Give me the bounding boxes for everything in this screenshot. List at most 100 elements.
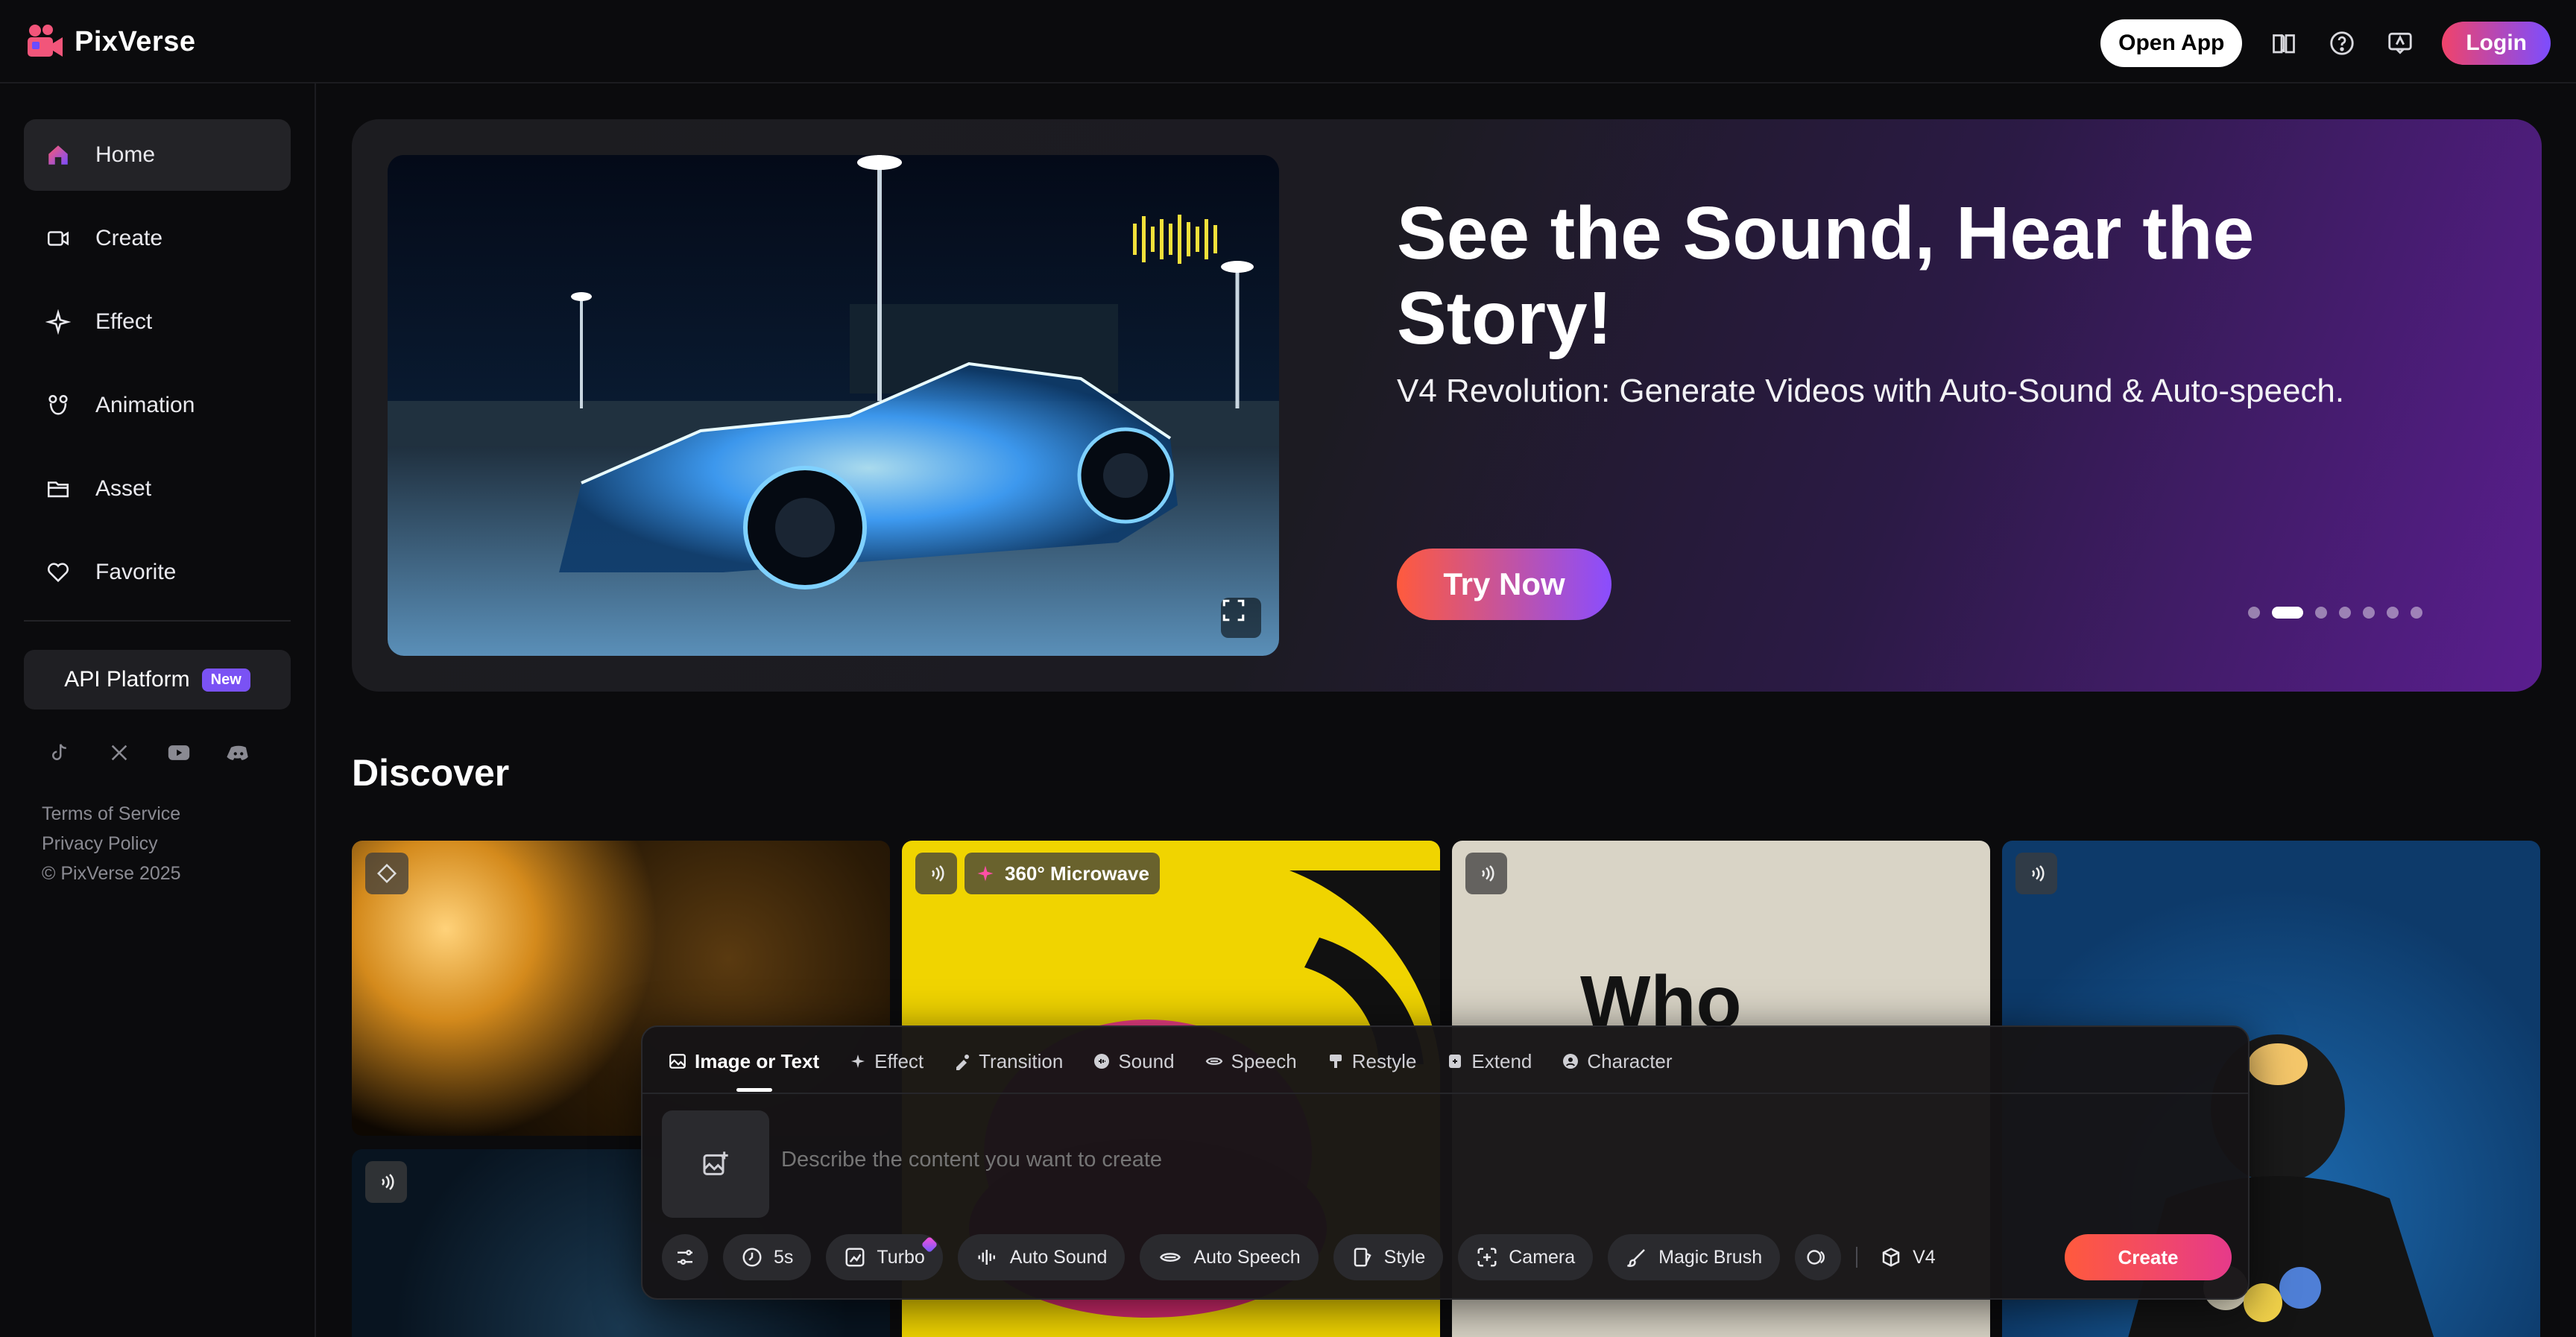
sound-icon (2032, 865, 2045, 882)
model-label: V4 (1913, 1246, 1936, 1268)
more-options-button[interactable] (1795, 1234, 1842, 1280)
turbo-label: Turbo (877, 1246, 925, 1268)
camera-button[interactable]: Camera (1458, 1234, 1594, 1280)
effect-badge-label: 360° Microwave (1005, 862, 1149, 885)
sparkle-icon (45, 309, 72, 335)
tab-character[interactable]: Character (1562, 1046, 1673, 1076)
diamond-icon (376, 863, 397, 884)
speech-icon (1205, 1058, 1222, 1065)
create-button[interactable]: Create (2065, 1234, 2232, 1280)
sound-icon (382, 1174, 394, 1190)
api-platform-button[interactable]: API Platform New (24, 650, 291, 709)
sidebar-item-effect[interactable]: Effect (24, 286, 291, 358)
waveform-icon (978, 1250, 995, 1265)
character-icon (1563, 1054, 1579, 1069)
camera-focus-icon (1477, 1248, 1497, 1267)
create-composer: Image or Text Effect Transition Sound Sp… (641, 1025, 2250, 1300)
hero-subtitle: V4 Revolution: Generate Videos with Auto… (1397, 373, 2345, 409)
clock-icon (742, 1248, 762, 1267)
sidebar-item-home[interactable]: Home (24, 119, 291, 191)
magic-brush-button[interactable]: Magic Brush (1608, 1234, 1781, 1280)
home-icon (45, 142, 72, 168)
auto-speech-button[interactable]: Auto Speech (1140, 1234, 1319, 1280)
hero-banner[interactable]: See the Sound, Hear the Story! V4 Revolu… (352, 119, 2542, 692)
carousel-dot[interactable] (2363, 607, 2375, 619)
tab-label: Speech (1231, 1049, 1297, 1072)
login-button[interactable]: Login (2442, 22, 2551, 65)
tabs-divider (643, 1093, 2248, 1094)
toolbar-divider (1856, 1247, 1858, 1268)
card-badge (365, 1161, 407, 1203)
card-badge (2015, 853, 2057, 894)
feedback-icon[interactable] (2384, 27, 2416, 60)
tab-label: Effect (874, 1049, 924, 1072)
youtube-icon[interactable] (164, 738, 194, 768)
race-car-image (388, 155, 1279, 656)
magic-brush-label: Magic Brush (1658, 1246, 1763, 1268)
fullscreen-icon (1222, 599, 1245, 622)
image-upload-button[interactable] (662, 1110, 769, 1218)
active-tab-indicator (736, 1088, 772, 1092)
top-actions: Open App Login (2100, 19, 2551, 67)
logo[interactable]: PixVerse (25, 22, 195, 61)
sidebar-item-favorite[interactable]: Favorite (24, 537, 291, 608)
card-badge (915, 853, 957, 894)
fullscreen-button[interactable] (1221, 598, 1261, 638)
sparkle-icon (851, 1055, 865, 1068)
carousel-dot[interactable] (2315, 607, 2327, 619)
privacy-link[interactable]: Privacy Policy (42, 829, 181, 859)
carousel-dot[interactable] (2248, 607, 2260, 619)
image-icon (669, 1054, 686, 1069)
style-button[interactable]: Style (1333, 1234, 1444, 1280)
brush-icon (1329, 1055, 1342, 1068)
extend-icon (1449, 1055, 1462, 1068)
model-selector[interactable]: V4 (1872, 1234, 1943, 1280)
sound-icon (1094, 1054, 1110, 1069)
video-camera-icon (45, 225, 72, 252)
sidebar-item-asset[interactable]: Asset (24, 453, 291, 525)
tab-sound[interactable]: Sound (1093, 1046, 1175, 1076)
new-badge: New (201, 668, 250, 692)
tab-restyle[interactable]: Restyle (1327, 1046, 1416, 1076)
discord-icon[interactable] (224, 738, 253, 768)
try-now-button[interactable]: Try Now (1397, 549, 1611, 620)
carousel-dot[interactable] (2387, 607, 2399, 619)
tab-speech[interactable]: Speech (1205, 1046, 1297, 1076)
turbo-button[interactable]: Turbo (826, 1234, 943, 1280)
carousel-dot[interactable] (2411, 607, 2422, 619)
folder-icon (45, 475, 72, 502)
sidebar-item-create[interactable]: Create (24, 203, 291, 274)
tab-label: Character (1587, 1049, 1673, 1072)
carousel-dot[interactable] (2272, 607, 2303, 619)
transition-icon (956, 1055, 970, 1070)
sidebar-item-animation[interactable]: Animation (24, 370, 291, 441)
terms-link[interactable]: Terms of Service (42, 799, 181, 829)
sidebar-item-label: Create (95, 226, 163, 250)
composer-tabs: Image or Text Effect Transition Sound Sp… (668, 1046, 1673, 1076)
tab-transition[interactable]: Transition (953, 1046, 1063, 1076)
book-icon[interactable] (2267, 27, 2300, 60)
sidebar: Home Create Effect Animation Asset Favor… (0, 83, 316, 1337)
tab-label: Image or Text (695, 1049, 820, 1072)
tab-extend[interactable]: Extend (1446, 1046, 1532, 1076)
x-icon[interactable] (104, 738, 134, 768)
sidebar-item-label: Effect (95, 309, 153, 334)
tab-image-or-text[interactable]: Image or Text (668, 1046, 819, 1076)
auto-sound-button[interactable]: Auto Sound (957, 1234, 1126, 1280)
card-badge (1465, 853, 1507, 894)
tab-effect[interactable]: Effect (849, 1046, 924, 1076)
sound-icon (1482, 865, 1494, 882)
settings-button[interactable] (662, 1234, 708, 1280)
hero-video[interactable] (388, 155, 1279, 656)
help-icon[interactable] (2326, 27, 2358, 60)
prompt-input[interactable] (781, 1148, 2197, 1172)
sliders-icon (678, 1250, 692, 1265)
duration-value: 5s (774, 1246, 794, 1268)
pixverse-logo-icon (28, 25, 63, 57)
duration-button[interactable]: 5s (723, 1234, 812, 1280)
carousel-dot[interactable] (2339, 607, 2351, 619)
open-app-button[interactable]: Open App (2100, 19, 2243, 67)
style-icon (1354, 1248, 1371, 1267)
tiktok-icon[interactable] (45, 738, 75, 768)
effect-badge[interactable]: 360° Microwave (965, 853, 1160, 894)
